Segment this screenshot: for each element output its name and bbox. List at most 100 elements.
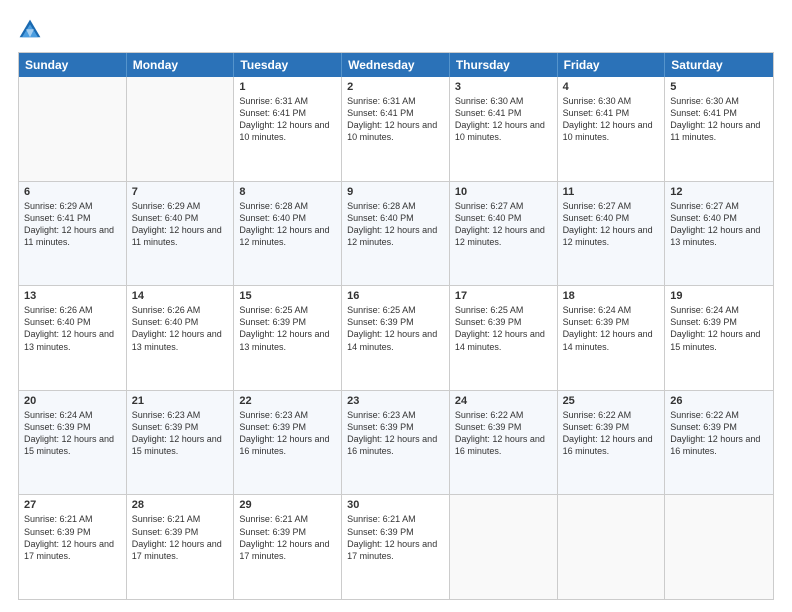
weekday-header-saturday: Saturday — [665, 53, 773, 77]
day-number: 15 — [239, 290, 336, 302]
calendar-cell-r3-c3: 15 Sunrise: 6:25 AM Sunset: 6:39 PM Dayli… — [234, 286, 342, 390]
calendar-cell-r2-c2: 7Sunrise: 6:29 AM Sunset: 6:40 PM Daylig… — [127, 182, 235, 286]
cell-info: Sunrise: 6:26 AM Sunset: 6:40 PM Dayligh… — [24, 304, 121, 353]
weekday-header-tuesday: Tuesday — [234, 53, 342, 77]
day-number: 8 — [239, 186, 336, 198]
calendar-cell-r3-c5: 17Sunrise: 6:25 AM Sunset: 6:39 PM Dayli… — [450, 286, 558, 390]
calendar-cell-r4-c5: 24 Sunrise: 6:22 AM Sunset: 6:39 PM Dayli… — [450, 391, 558, 495]
cell-info: Sunrise: 6:24 AM Sunset: 6:39 PM Dayligh… — [670, 304, 768, 353]
day-number: 11 — [563, 186, 660, 198]
cell-info: Sunrise: 6:22 AM Sunset: 6:39 PM Dayligh… — [455, 409, 552, 458]
calendar-cell-r2-c1: 6Sunrise: 6:29 AM Sunset: 6:41 PM Daylig… — [19, 182, 127, 286]
day-number: 18 — [563, 290, 660, 302]
calendar-cell-r5-c2: 28Sunrise: 6:21 AM Sunset: 6:39 PM Dayli… — [127, 495, 235, 599]
day-number: 19 — [670, 290, 768, 302]
calendar-cell-r3-c4: 16 Sunrise: 6:25 AM Sunset: 6:39 PM Dayli… — [342, 286, 450, 390]
calendar-cell-r5-c4: 30 Sunrise: 6:21 AM Sunset: 6:39 PM Dayli… — [342, 495, 450, 599]
calendar-cell-r3-c6: 18 Sunrise: 6:24 AM Sunset: 6:39 PM Dayli… — [558, 286, 666, 390]
calendar-row-3: 13Sunrise: 6:26 AM Sunset: 6:40 PM Dayli… — [19, 286, 773, 391]
cell-info: Sunrise: 6:30 AM Sunset: 6:41 PM Dayligh… — [670, 95, 768, 144]
cell-info: Sunrise: 6:27 AM Sunset: 6:40 PM Dayligh… — [455, 200, 552, 249]
calendar-cell-r4-c7: 26 Sunrise: 6:22 AM Sunset: 6:39 PM Dayli… — [665, 391, 773, 495]
cell-info: Sunrise: 6:28 AM Sunset: 6:40 PM Dayligh… — [239, 200, 336, 249]
calendar-cell-r2-c5: 10 Sunrise: 6:27 AM Sunset: 6:40 PM Dayli… — [450, 182, 558, 286]
calendar-cell-r5-c6 — [558, 495, 666, 599]
calendar-cell-r4-c6: 25 Sunrise: 6:22 AM Sunset: 6:39 PM Dayli… — [558, 391, 666, 495]
day-number: 24 — [455, 395, 552, 407]
cell-info: Sunrise: 6:31 AM Sunset: 6:41 PM Dayligh… — [347, 95, 444, 144]
calendar-cell-r4-c2: 21 Sunrise: 6:23 AM Sunset: 6:39 PM Dayli… — [127, 391, 235, 495]
cell-info: Sunrise: 6:29 AM Sunset: 6:41 PM Dayligh… — [24, 200, 121, 249]
calendar-cell-r2-c7: 12 Sunrise: 6:27 AM Sunset: 6:40 PM Dayli… — [665, 182, 773, 286]
calendar-cell-r1-c6: 4 Sunrise: 6:30 AM Sunset: 6:41 PM Daylig… — [558, 77, 666, 181]
calendar-cell-r1-c5: 3Sunrise: 6:30 AM Sunset: 6:41 PM Daylig… — [450, 77, 558, 181]
day-number: 14 — [132, 290, 229, 302]
calendar-header: SundayMondayTuesdayWednesdayThursdayFrid… — [19, 53, 773, 77]
weekday-header-friday: Friday — [558, 53, 666, 77]
weekday-header-monday: Monday — [127, 53, 235, 77]
day-number: 16 — [347, 290, 444, 302]
cell-info: Sunrise: 6:22 AM Sunset: 6:39 PM Dayligh… — [670, 409, 768, 458]
day-number: 25 — [563, 395, 660, 407]
calendar-cell-r1-c7: 5 Sunrise: 6:30 AM Sunset: 6:41 PM Daylig… — [665, 77, 773, 181]
calendar-row-4: 20Sunrise: 6:24 AM Sunset: 6:39 PM Dayli… — [19, 391, 773, 496]
weekday-header-wednesday: Wednesday — [342, 53, 450, 77]
day-number: 1 — [239, 81, 336, 93]
calendar-cell-r3-c7: 19 Sunrise: 6:24 AM Sunset: 6:39 PM Dayli… — [665, 286, 773, 390]
day-number: 21 — [132, 395, 229, 407]
weekday-header-thursday: Thursday — [450, 53, 558, 77]
calendar-cell-r4-c4: 23 Sunrise: 6:23 AM Sunset: 6:39 PM Dayli… — [342, 391, 450, 495]
calendar-row-1: 1 Sunrise: 6:31 AM Sunset: 6:41 PM Daylig… — [19, 77, 773, 182]
calendar-cell-r5-c7 — [665, 495, 773, 599]
day-number: 7 — [132, 186, 229, 198]
day-number: 20 — [24, 395, 121, 407]
logo — [18, 18, 48, 42]
calendar-cell-r5-c5 — [450, 495, 558, 599]
calendar-cell-r2-c6: 11 Sunrise: 6:27 AM Sunset: 6:40 PM Dayli… — [558, 182, 666, 286]
day-number: 17 — [455, 290, 552, 302]
cell-info: Sunrise: 6:31 AM Sunset: 6:41 PM Dayligh… — [239, 95, 336, 144]
calendar-row-5: 27 Sunrise: 6:21 AM Sunset: 6:39 PM Dayli… — [19, 495, 773, 599]
cell-info: Sunrise: 6:25 AM Sunset: 6:39 PM Dayligh… — [347, 304, 444, 353]
day-number: 5 — [670, 81, 768, 93]
calendar-body: 1 Sunrise: 6:31 AM Sunset: 6:41 PM Daylig… — [19, 77, 773, 599]
cell-info: Sunrise: 6:23 AM Sunset: 6:39 PM Dayligh… — [347, 409, 444, 458]
cell-info: Sunrise: 6:25 AM Sunset: 6:39 PM Dayligh… — [239, 304, 336, 353]
day-number: 27 — [24, 499, 121, 511]
cell-info: Sunrise: 6:21 AM Sunset: 6:39 PM Dayligh… — [24, 513, 121, 562]
logo-icon — [18, 18, 42, 42]
calendar-cell-r1-c2 — [127, 77, 235, 181]
calendar-cell-r3-c2: 14 Sunrise: 6:26 AM Sunset: 6:40 PM Dayli… — [127, 286, 235, 390]
calendar-cell-r2-c3: 8 Sunrise: 6:28 AM Sunset: 6:40 PM Daylig… — [234, 182, 342, 286]
cell-info: Sunrise: 6:27 AM Sunset: 6:40 PM Dayligh… — [563, 200, 660, 249]
cell-info: Sunrise: 6:23 AM Sunset: 6:39 PM Dayligh… — [132, 409, 229, 458]
calendar-cell-r5-c3: 29 Sunrise: 6:21 AM Sunset: 6:39 PM Dayli… — [234, 495, 342, 599]
weekday-header-sunday: Sunday — [19, 53, 127, 77]
cell-info: Sunrise: 6:30 AM Sunset: 6:41 PM Dayligh… — [563, 95, 660, 144]
cell-info: Sunrise: 6:26 AM Sunset: 6:40 PM Dayligh… — [132, 304, 229, 353]
calendar-cell-r2-c4: 9Sunrise: 6:28 AM Sunset: 6:40 PM Daylig… — [342, 182, 450, 286]
day-number: 29 — [239, 499, 336, 511]
calendar-cell-r3-c1: 13Sunrise: 6:26 AM Sunset: 6:40 PM Dayli… — [19, 286, 127, 390]
cell-info: Sunrise: 6:21 AM Sunset: 6:39 PM Dayligh… — [239, 513, 336, 562]
calendar-cell-r5-c1: 27 Sunrise: 6:21 AM Sunset: 6:39 PM Dayli… — [19, 495, 127, 599]
cell-info: Sunrise: 6:21 AM Sunset: 6:39 PM Dayligh… — [347, 513, 444, 562]
day-number: 26 — [670, 395, 768, 407]
day-number: 23 — [347, 395, 444, 407]
day-number: 22 — [239, 395, 336, 407]
day-number: 10 — [455, 186, 552, 198]
cell-info: Sunrise: 6:28 AM Sunset: 6:40 PM Dayligh… — [347, 200, 444, 249]
day-number: 4 — [563, 81, 660, 93]
day-number: 30 — [347, 499, 444, 511]
day-number: 2 — [347, 81, 444, 93]
calendar: SundayMondayTuesdayWednesdayThursdayFrid… — [18, 52, 774, 600]
day-number: 12 — [670, 186, 768, 198]
cell-info: Sunrise: 6:24 AM Sunset: 6:39 PM Dayligh… — [563, 304, 660, 353]
cell-info: Sunrise: 6:23 AM Sunset: 6:39 PM Dayligh… — [239, 409, 336, 458]
calendar-row-2: 6Sunrise: 6:29 AM Sunset: 6:41 PM Daylig… — [19, 182, 773, 287]
cell-info: Sunrise: 6:27 AM Sunset: 6:40 PM Dayligh… — [670, 200, 768, 249]
cell-info: Sunrise: 6:22 AM Sunset: 6:39 PM Dayligh… — [563, 409, 660, 458]
day-number: 3 — [455, 81, 552, 93]
calendar-cell-r1-c1 — [19, 77, 127, 181]
cell-info: Sunrise: 6:21 AM Sunset: 6:39 PM Dayligh… — [132, 513, 229, 562]
